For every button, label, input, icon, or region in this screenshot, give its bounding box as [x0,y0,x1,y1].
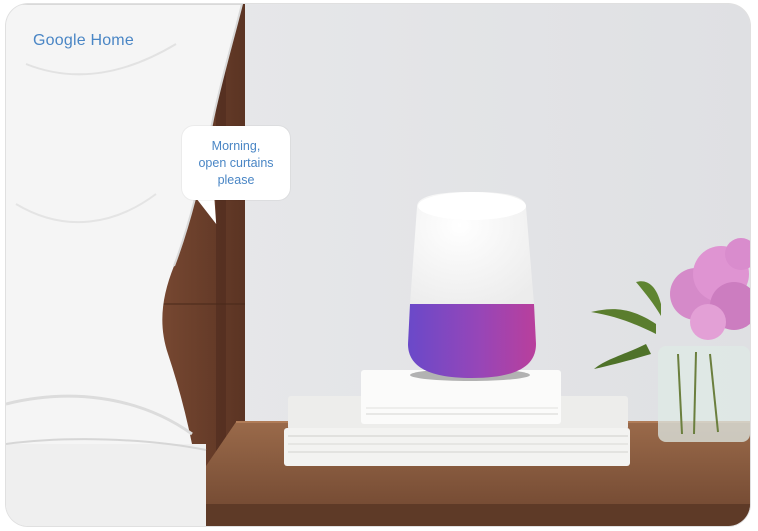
speech-line-2: open curtains [198,155,274,170]
bedroom-scene [6,4,750,526]
brand-title: Google Home [33,32,134,49]
speech-bubble-text: Morning, open curtains please [188,138,284,189]
speech-bubble: Morning, open curtains please [182,126,290,200]
google-home-speaker [408,192,536,381]
speech-line-1: Morning, [211,138,261,153]
photo-frame: Google Home Morning, open curtains pleas… [6,4,750,526]
speech-line-3: please [217,172,255,187]
